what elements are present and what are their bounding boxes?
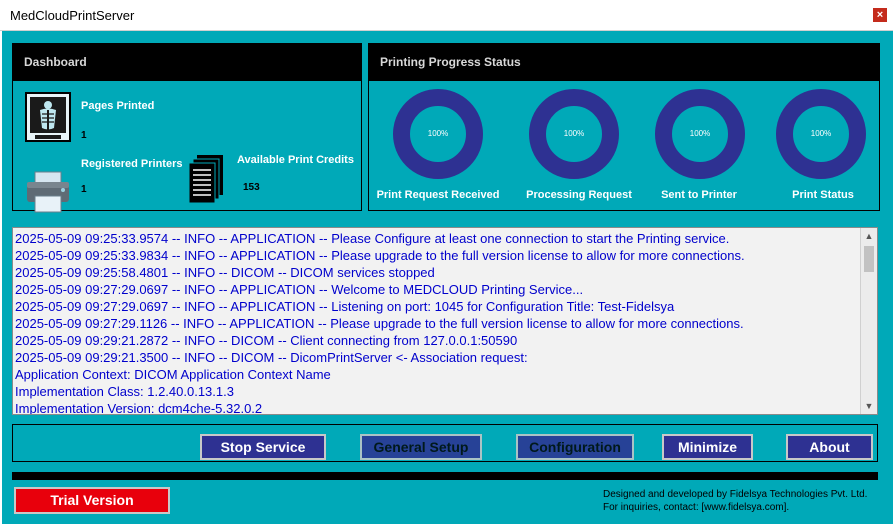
progress-percent: 100% <box>810 129 832 138</box>
log-line: 2025-05-09 09:29:21.3500 -- INFO -- DICO… <box>15 350 528 365</box>
progress-ring-processing: 100% <box>529 89 619 179</box>
footer-contact: For inquiries, contact: [www.fidelsya.co… <box>603 502 790 513</box>
log-scrollbar[interactable]: ▲ ▼ <box>860 228 877 414</box>
log-textbox[interactable]: 2025-05-09 09:25:33.9574 -- INFO -- APPL… <box>12 227 878 415</box>
log-line: 2025-05-09 09:25:33.9574 -- INFO -- APPL… <box>15 231 730 246</box>
log-line: 2025-05-09 09:27:29.0697 -- INFO -- APPL… <box>15 282 584 297</box>
divider-bar <box>12 472 878 480</box>
progress-percent: 100% <box>427 129 449 138</box>
button-bar: Stop Service General Setup Configuration… <box>12 424 878 462</box>
stop-service-button[interactable]: Stop Service <box>200 434 326 460</box>
log-line: Implementation Class: 1.2.40.0.13.1.3 <box>15 384 234 399</box>
log-line: 2025-05-09 09:27:29.1126 -- INFO -- APPL… <box>15 316 744 331</box>
main-window: Pages Printed 1 Registered Printers 1 Av… <box>2 31 893 524</box>
log-lines: 2025-05-09 09:25:33.9574 -- INFO -- APPL… <box>15 230 857 415</box>
available-credits-label: Available Print Credits <box>237 154 354 166</box>
pages-printed-value: 1 <box>81 130 87 141</box>
log-line: 2025-05-09 09:29:21.2872 -- INFO -- DICO… <box>15 333 518 348</box>
registered-printers-label: Registered Printers <box>81 158 183 170</box>
close-button[interactable]: × <box>873 8 887 22</box>
progress-label-processing: Processing Request <box>526 189 632 201</box>
about-button[interactable]: About <box>786 434 873 460</box>
available-credits-value: 153 <box>243 182 260 193</box>
documents-icon <box>188 155 223 204</box>
title-bar: MedCloudPrintServer × <box>0 0 893 31</box>
progress-ring-status: 100% <box>776 89 866 179</box>
trial-version-button[interactable]: Trial Version <box>14 487 170 514</box>
pages-printed-label: Pages Printed <box>81 100 155 112</box>
progress-ring-sent: 100% <box>655 89 745 179</box>
log-line: 2025-05-09 09:25:58.4801 -- INFO -- DICO… <box>15 265 435 280</box>
progress-percent: 100% <box>563 129 585 138</box>
log-line: Implementation Version: dcm4che-5.32.0.2 <box>15 401 263 415</box>
xray-icon <box>25 92 71 142</box>
scroll-down-icon[interactable]: ▼ <box>861 398 877 414</box>
registered-printers-value: 1 <box>81 184 87 195</box>
configuration-button[interactable]: Configuration <box>516 434 634 460</box>
printer-icon <box>27 171 69 213</box>
log-line: 2025-05-09 09:25:33.9834 -- INFO -- APPL… <box>15 248 745 263</box>
progress-label-sent: Sent to Printer <box>661 189 737 201</box>
log-line: 2025-05-09 09:27:29.0697 -- INFO -- APPL… <box>15 299 675 314</box>
scroll-up-icon[interactable]: ▲ <box>861 228 877 244</box>
progress-label-received: Print Request Received <box>376 189 500 201</box>
progress-percent: 100% <box>689 129 711 138</box>
progress-label-status: Print Status <box>792 189 854 201</box>
window-title: MedCloudPrintServer <box>10 8 135 23</box>
log-line: Application Context: DICOM Application C… <box>15 367 331 382</box>
footer-credits: Designed and developed by Fidelsya Techn… <box>603 489 868 500</box>
general-setup-button[interactable]: General Setup <box>360 434 482 460</box>
scroll-thumb[interactable] <box>864 246 874 272</box>
progress-ring-received: 100% <box>393 89 483 179</box>
dashboard-header: Dashboard <box>12 43 362 81</box>
progress-header: Printing Progress Status <box>368 43 880 81</box>
minimize-button[interactable]: Minimize <box>662 434 753 460</box>
